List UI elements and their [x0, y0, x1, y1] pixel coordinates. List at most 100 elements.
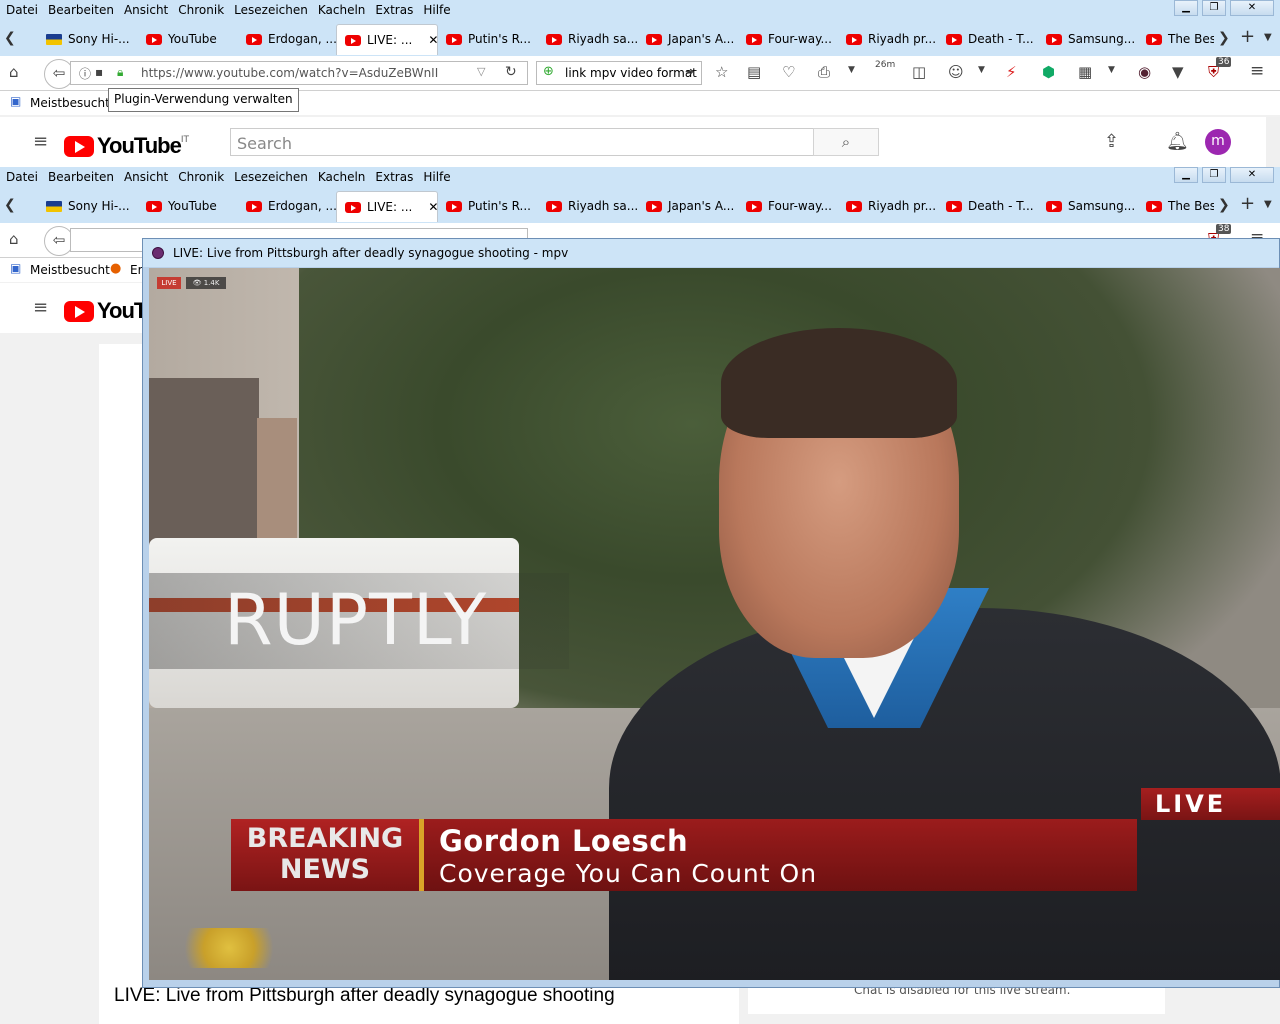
- mpv-window[interactable]: LIVE: Live from Pittsburgh after deadly …: [142, 238, 1280, 988]
- guide-menu-icon[interactable]: ≡: [33, 297, 48, 318]
- tab-death[interactable]: Death - T...: [938, 191, 1038, 221]
- emoji-dropdown-icon[interactable]: ▼: [978, 65, 985, 75]
- bookmark-meistbesucht[interactable]: Meistbesucht: [30, 96, 110, 110]
- menu-extras[interactable]: Extras: [375, 3, 413, 17]
- mpv-title-bar[interactable]: LIVE: Live from Pittsburgh after deadly …: [143, 239, 1279, 267]
- menu-bearbeiten[interactable]: Bearbeiten: [48, 3, 114, 17]
- search-bar[interactable]: ⊕ link mpv video format ➜: [536, 61, 702, 85]
- minimize-button[interactable]: ▁: [1174, 167, 1198, 183]
- menu-ansicht[interactable]: Ansicht: [124, 3, 168, 17]
- sidebar-icon[interactable]: ◫: [912, 63, 926, 81]
- cat-icon[interactable]: ▼: [1172, 63, 1184, 81]
- menu-hilfe[interactable]: Hilfe: [423, 170, 450, 184]
- minimize-button[interactable]: ▁: [1174, 0, 1198, 16]
- menu-extras[interactable]: Extras: [375, 170, 413, 184]
- tab-sony[interactable]: Sony Hi-...: [38, 191, 138, 221]
- bookmark-er[interactable]: Er: [130, 263, 143, 277]
- youtube-search-input[interactable]: Search: [230, 128, 814, 156]
- print-icon[interactable]: ⎙: [818, 63, 830, 81]
- scroll-tabs-right-icon[interactable]: ❯: [1218, 197, 1230, 213]
- emoji-icon[interactable]: ☺: [948, 63, 964, 81]
- close-button[interactable]: ✕: [1230, 167, 1274, 183]
- tab-riyadh-sa[interactable]: Riyadh sa...: [538, 24, 638, 54]
- menu-ansicht[interactable]: Ansicht: [124, 170, 168, 184]
- tab-label: Death - T...: [968, 199, 1034, 213]
- upload-icon[interactable]: ⇪: [1104, 131, 1119, 152]
- tab-riyadh-pr[interactable]: Riyadh pr...: [838, 191, 938, 221]
- tab-erdogan[interactable]: Erdogan, ...: [238, 24, 338, 54]
- search-engine-icon[interactable]: ⊕: [543, 64, 554, 79]
- avatar[interactable]: m: [1205, 129, 1231, 155]
- bookmark-meistbesucht[interactable]: Meistbesucht: [30, 263, 110, 277]
- tab-list-icon[interactable]: ▼: [1264, 199, 1272, 210]
- maximize-button[interactable]: ❐: [1202, 0, 1226, 16]
- library-icon[interactable]: ▤: [747, 63, 761, 81]
- grid-dropdown-icon[interactable]: ▼: [1108, 65, 1115, 75]
- reload-icon[interactable]: ↻: [505, 64, 517, 80]
- tab-live-active[interactable]: LIVE: ... ✕: [336, 191, 438, 222]
- tab-four-way[interactable]: Four-way...: [738, 24, 838, 54]
- close-button[interactable]: ✕: [1230, 0, 1274, 16]
- close-tab-icon[interactable]: ✕: [428, 200, 437, 214]
- tab-putin[interactable]: Putin's R...: [438, 191, 538, 221]
- print-dropdown-icon[interactable]: ▼: [848, 65, 855, 75]
- url-dropdown-icon[interactable]: ▽: [477, 65, 485, 78]
- hamburger-menu-icon[interactable]: ≡: [1250, 61, 1264, 81]
- pocket-icon[interactable]: ♡: [782, 63, 795, 81]
- search-go-icon[interactable]: ➜: [685, 65, 694, 78]
- tab-samsung[interactable]: Samsung...: [1038, 24, 1138, 54]
- tab-label: Sony Hi-...: [68, 32, 130, 46]
- shield-icon[interactable]: ⬢: [1042, 63, 1055, 81]
- timer-badge[interactable]: 26m: [875, 60, 895, 70]
- home-icon[interactable]: ⌂: [9, 230, 19, 248]
- url-bar[interactable]: ⓘ ▪ 🔒︎ https://www.youtube.com/watch?v=A…: [70, 61, 528, 85]
- menu-datei[interactable]: Datei: [6, 3, 38, 17]
- menu-bearbeiten[interactable]: Bearbeiten: [48, 170, 114, 184]
- grid-icon[interactable]: ▦: [1078, 63, 1092, 81]
- tab-putin[interactable]: Putin's R...: [438, 24, 538, 54]
- menu-kacheln[interactable]: Kacheln: [318, 3, 366, 17]
- menu-kacheln[interactable]: Kacheln: [318, 170, 366, 184]
- tab-riyadh-pr[interactable]: Riyadh pr...: [838, 24, 938, 54]
- plugin-icon[interactable]: ▪: [95, 65, 103, 79]
- tab-samsung[interactable]: Samsung...: [1038, 191, 1138, 221]
- menu-chronik[interactable]: Chronik: [178, 170, 224, 184]
- tab-the-best[interactable]: The Best: [1138, 191, 1214, 221]
- tab-japan[interactable]: Japan's A...: [638, 24, 738, 54]
- home-icon[interactable]: ⌂: [9, 63, 19, 81]
- guide-menu-icon[interactable]: ≡: [33, 131, 48, 152]
- bookmark-star-icon[interactable]: ☆: [715, 63, 728, 81]
- tab-japan[interactable]: Japan's A...: [638, 191, 738, 221]
- menu-lesezeichen[interactable]: Lesezeichen: [234, 3, 308, 17]
- tab-youtube[interactable]: YouTube: [138, 24, 238, 54]
- youtube-search-button[interactable]: ⌕: [813, 128, 879, 156]
- tab-riyadh-sa[interactable]: Riyadh sa...: [538, 191, 638, 221]
- tab-sony[interactable]: Sony Hi-...: [38, 24, 138, 54]
- tab-the-best[interactable]: The Best: [1138, 24, 1214, 54]
- video-frame[interactable]: RUPTLY LIVE 👁︎ 1.4K LIVE BREAKING NEWS G…: [149, 268, 1280, 980]
- menu-lesezeichen[interactable]: Lesezeichen: [234, 170, 308, 184]
- menu-hilfe[interactable]: Hilfe: [423, 3, 450, 17]
- tab-list-icon[interactable]: ▼: [1264, 32, 1272, 43]
- new-tab-icon[interactable]: +: [1240, 193, 1255, 214]
- youtube-logo[interactable]: YouTube IT: [64, 133, 189, 159]
- new-tab-icon[interactable]: +: [1240, 26, 1255, 47]
- menu-datei[interactable]: Datei: [6, 170, 38, 184]
- tab-four-way[interactable]: Four-way...: [738, 191, 838, 221]
- youtube-favicon-icon: [446, 33, 462, 45]
- scroll-tabs-left-icon[interactable]: ❮: [4, 30, 16, 46]
- flash-icon[interactable]: ⚡: [1006, 63, 1017, 81]
- scrollbar[interactable]: [1266, 117, 1280, 167]
- scroll-tabs-left-icon[interactable]: ❮: [4, 197, 16, 213]
- tab-death[interactable]: Death - T...: [938, 24, 1038, 54]
- menu-chronik[interactable]: Chronik: [178, 3, 224, 17]
- tab-youtube[interactable]: YouTube: [138, 191, 238, 221]
- maximize-button[interactable]: ❐: [1202, 167, 1226, 183]
- notifications-bell-icon[interactable]: 🔔︎: [1166, 131, 1189, 152]
- tab-erdogan[interactable]: Erdogan, ...: [238, 191, 338, 221]
- info-icon[interactable]: ⓘ: [79, 65, 91, 82]
- tab-live-active[interactable]: LIVE: ... ✕: [336, 24, 438, 55]
- mpv-icon[interactable]: ◉: [1138, 63, 1151, 81]
- scroll-tabs-right-icon[interactable]: ❯: [1218, 30, 1230, 46]
- close-tab-icon[interactable]: ✕: [428, 33, 437, 47]
